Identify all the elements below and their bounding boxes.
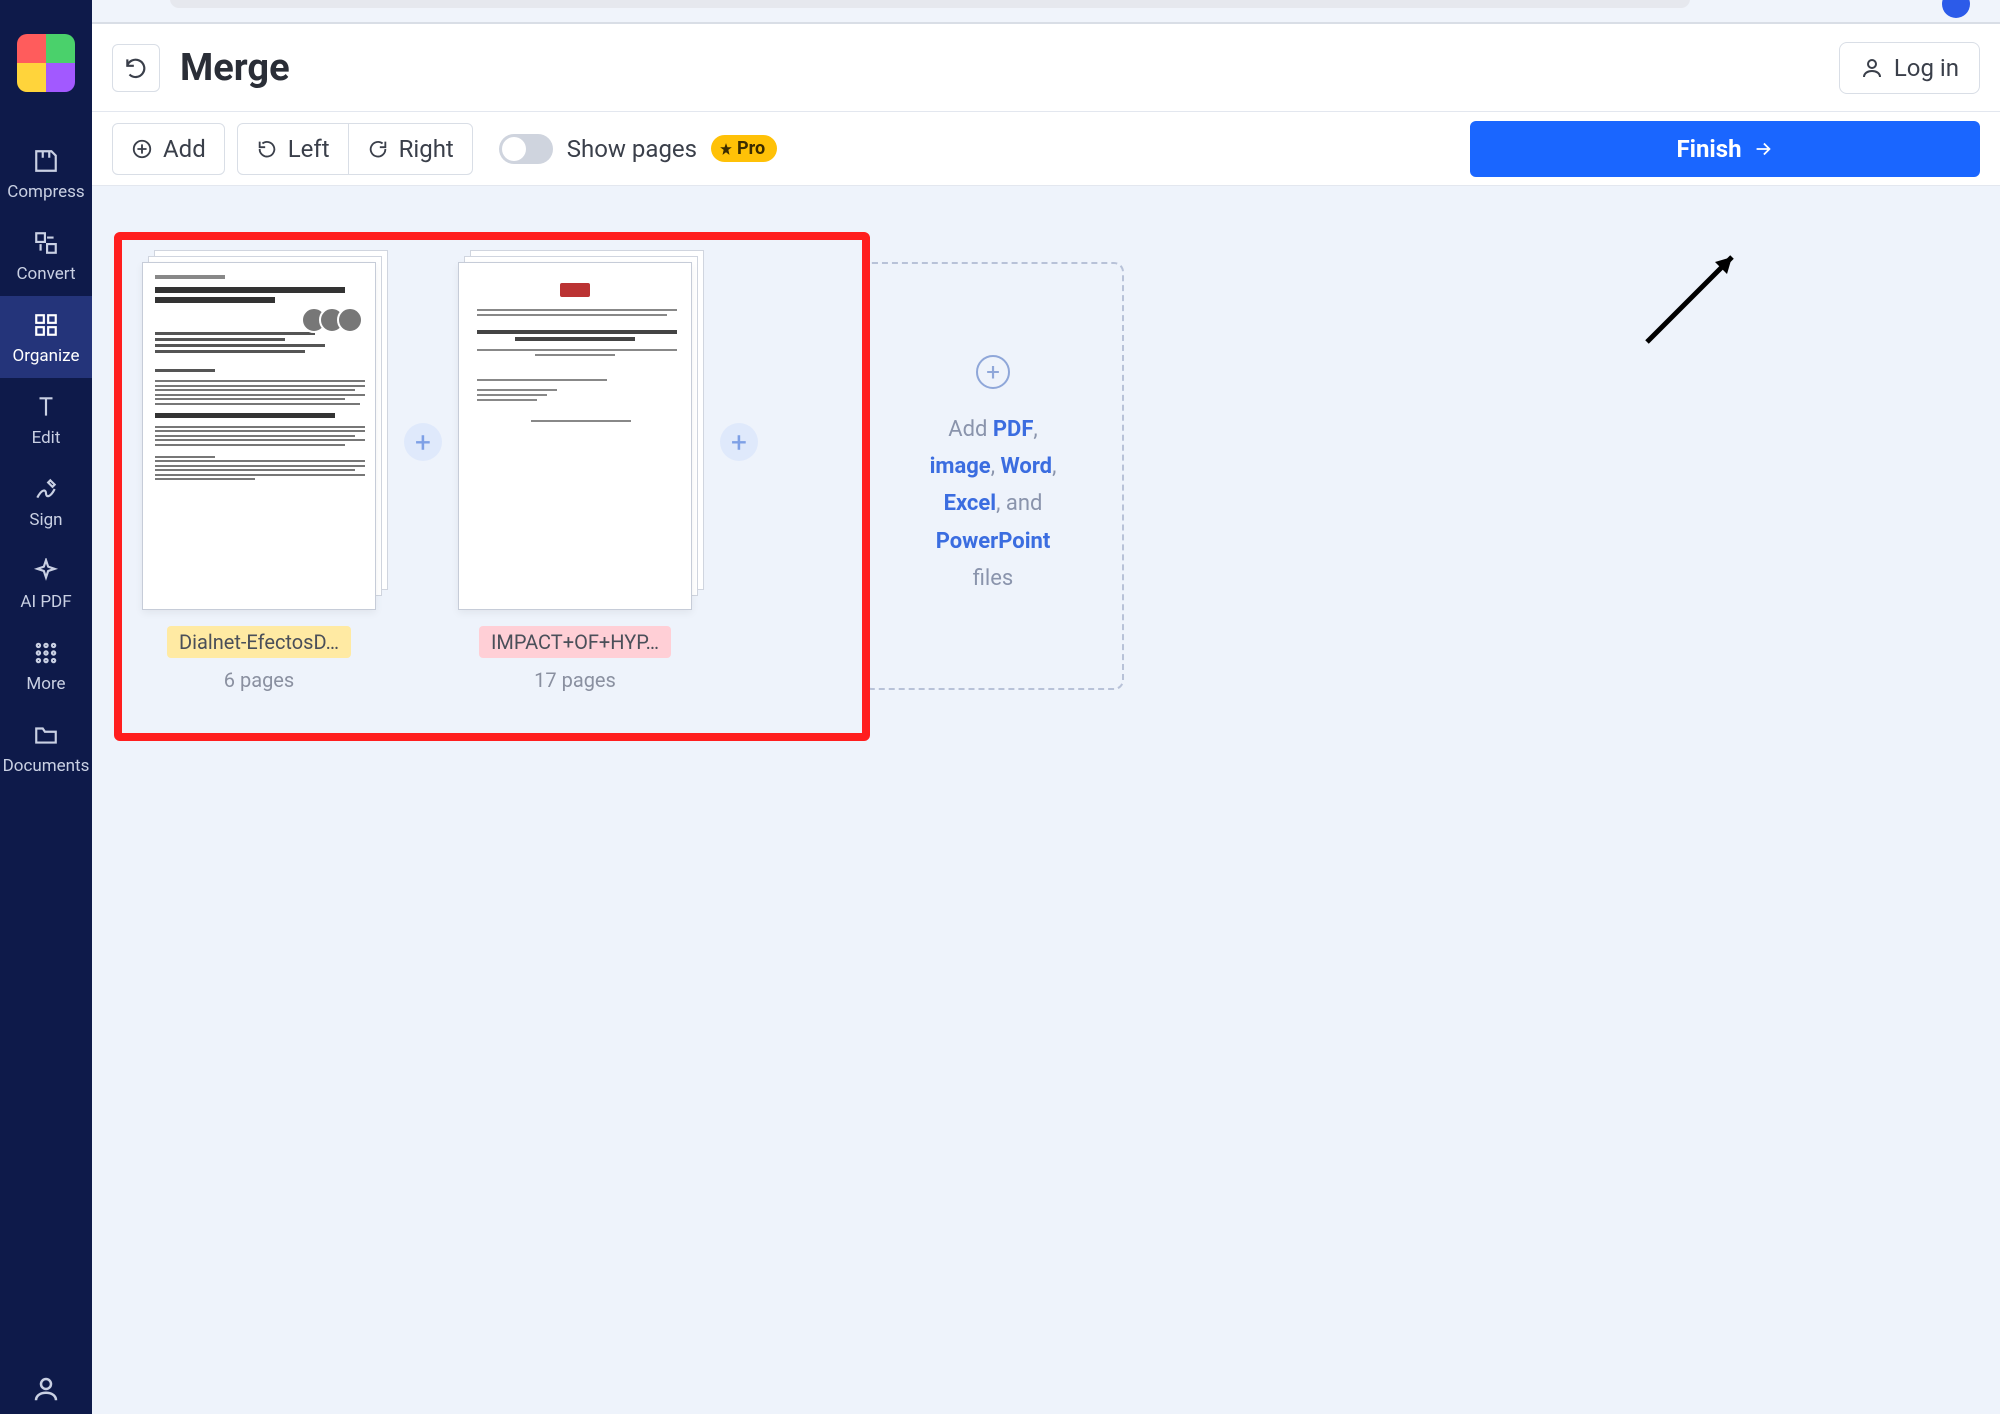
add-file-dropzone[interactable]: + Add PDF, image, Word, Excel, and Power… — [862, 262, 1124, 690]
sparkle-icon — [31, 556, 61, 586]
file-pages-2: 17 pages — [458, 668, 692, 692]
url-bar[interactable] — [170, 0, 1690, 8]
show-pages-toggle[interactable] — [499, 134, 553, 164]
sidebar-item-organize[interactable]: Organize — [0, 296, 92, 378]
sidebar-item-more[interactable]: More — [0, 624, 92, 706]
sidebar-label: Documents — [3, 756, 90, 776]
pro-label: Pro — [737, 138, 765, 159]
add-label: Add — [163, 135, 206, 163]
file-card-2[interactable]: IMPACT+OF+HYP… 17 pages — [458, 262, 704, 622]
edit-icon — [31, 392, 61, 422]
files-row: Dialnet-EfectosD… 6 pages + — [142, 262, 774, 622]
insert-button-1[interactable]: + — [404, 423, 442, 461]
toolbar: Add Left Right Show pages Pro Finish — [92, 112, 2000, 186]
app-logo[interactable] — [17, 34, 75, 92]
convert-icon — [31, 228, 61, 258]
file-card-1[interactable]: Dialnet-EfectosD… 6 pages — [142, 262, 388, 622]
rotate-right-label: Right — [399, 135, 454, 163]
file-thumbnail-1 — [142, 262, 376, 610]
file-name-2: IMPACT+OF+HYP… — [479, 626, 671, 658]
add-button[interactable]: Add — [112, 123, 225, 175]
undo-button[interactable] — [112, 44, 160, 92]
rotate-group: Left Right — [237, 123, 473, 175]
login-button[interactable]: Log in — [1839, 42, 1980, 94]
rotate-right-icon — [367, 138, 389, 160]
main-area: Merge Log in Add Left Right Show pages — [92, 24, 2000, 1414]
arrow-right-icon — [1752, 138, 1774, 160]
sidebar-label: Sign — [29, 510, 62, 530]
sidebar-item-convert[interactable]: Convert — [0, 214, 92, 296]
pro-badge: Pro — [711, 135, 777, 162]
user-icon — [1860, 56, 1884, 80]
sidebar-item-ai-pdf[interactable]: AI PDF — [0, 542, 92, 624]
browser-chrome-bar — [0, 0, 2000, 14]
rotate-left-label: Left — [288, 135, 330, 163]
folder-icon — [31, 720, 61, 750]
sidebar-label: Compress — [7, 182, 84, 202]
sidebar-label: More — [26, 674, 65, 694]
sidebar-item-documents[interactable]: Documents — [0, 706, 92, 788]
rotate-left-icon — [256, 138, 278, 160]
canvas: Dialnet-EfectosD… 6 pages + — [92, 186, 2000, 1414]
file-thumbnail-2 — [458, 262, 692, 610]
sidebar-label: Edit — [32, 428, 61, 448]
sidebar-item-compress[interactable]: Compress — [0, 132, 92, 214]
sign-icon — [31, 474, 61, 504]
insert-slot-1: + — [388, 262, 458, 622]
plus-outline-icon: + — [976, 355, 1010, 389]
finish-button[interactable]: Finish — [1470, 121, 1980, 177]
sidebar-item-sign[interactable]: Sign — [0, 460, 92, 542]
page-title: Merge — [180, 46, 290, 90]
annotation-arrow — [1637, 232, 1757, 352]
login-label: Log in — [1894, 54, 1959, 82]
finish-label: Finish — [1676, 135, 1741, 163]
rotate-right-button[interactable]: Right — [348, 124, 472, 174]
sidebar-profile[interactable] — [0, 1374, 92, 1414]
sidebar-label: AI PDF — [20, 592, 71, 612]
grid-icon — [31, 638, 61, 668]
sidebar-label: Organize — [13, 346, 80, 366]
sidebar-item-edit[interactable]: Edit — [0, 378, 92, 460]
browser-profile-avatar[interactable] — [1942, 0, 1970, 18]
show-pages-control: Show pages Pro — [499, 134, 777, 164]
file-name-1: Dialnet-EfectosD… — [167, 626, 351, 658]
titlebar: Merge Log in — [92, 24, 2000, 112]
plus-circle-icon — [131, 138, 153, 160]
compress-icon — [31, 146, 61, 176]
file-pages-1: 6 pages — [142, 668, 376, 692]
sidebar-label: Convert — [16, 264, 75, 284]
rotate-left-button[interactable]: Left — [238, 124, 348, 174]
show-pages-label: Show pages — [567, 135, 697, 163]
star-icon — [719, 142, 733, 156]
dropzone-text: Add PDF, image, Word, Excel, and PowerPo… — [930, 411, 1057, 598]
organize-icon — [31, 310, 61, 340]
sidebar: Compress Convert Organize Edit Sign AI P… — [0, 0, 92, 1414]
insert-button-2[interactable]: + — [720, 423, 758, 461]
insert-slot-2: + — [704, 262, 774, 622]
